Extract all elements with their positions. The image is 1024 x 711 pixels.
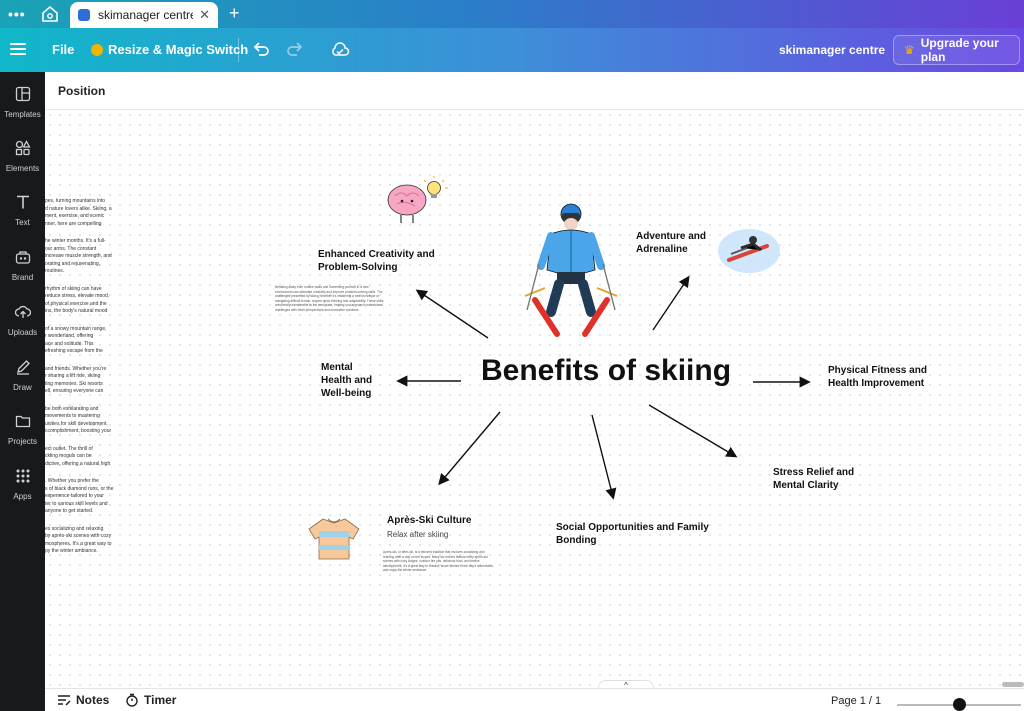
arrow-creativity xyxy=(415,289,489,339)
sidebar-item-apps[interactable]: Apps xyxy=(0,468,45,501)
hamburger-menu-icon[interactable] xyxy=(10,40,26,60)
editor-toolbar: File Resize & Magic Switch skimanager ce… xyxy=(0,28,1024,72)
elements-icon xyxy=(15,140,31,156)
notes-button[interactable]: Notes xyxy=(57,693,109,707)
uploads-icon xyxy=(14,305,31,318)
sidebar-item-label: Text xyxy=(15,218,30,227)
sidebar-item-label: Brand xyxy=(11,273,34,282)
brain-lightbulb-illustration[interactable] xyxy=(385,176,449,226)
bottom-status-bar: Notes Timer Page 1 / 1 xyxy=(45,688,1024,711)
sidebar-item-label: Templates xyxy=(4,110,41,119)
resize-label: Resize & Magic Switch xyxy=(108,42,249,57)
draw-icon xyxy=(16,360,30,375)
node-physical-fitness[interactable]: Physical Fitness and Health Improvement xyxy=(828,364,927,390)
browser-tab[interactable]: skimanager centre ... ✕ xyxy=(70,2,218,28)
new-tab-button[interactable]: + xyxy=(229,3,240,24)
tab-title: skimanager centre ... xyxy=(98,8,193,22)
sidebar-item-label: Draw xyxy=(13,383,32,392)
undo-icon[interactable] xyxy=(251,39,271,59)
sidebar-item-uploads[interactable]: Uploads xyxy=(0,304,45,337)
timer-label: Timer xyxy=(144,693,177,707)
position-button[interactable]: Position xyxy=(58,84,105,98)
arrow-social xyxy=(591,414,617,500)
mindmap-arrows xyxy=(396,275,811,500)
arrow-adventure xyxy=(652,275,690,331)
sidebar-item-templates[interactable]: Templates xyxy=(0,86,45,119)
timer-icon xyxy=(126,693,138,707)
page-indicator[interactable]: Page 1 / 1 xyxy=(831,695,881,707)
tab-close-icon[interactable]: ✕ xyxy=(199,7,210,23)
mindmap-title[interactable]: Benefits of skiing xyxy=(481,354,731,388)
skier-illustration[interactable] xyxy=(521,200,621,340)
crown-icon xyxy=(91,43,103,56)
cloud-saved-icon[interactable] xyxy=(330,40,350,60)
notes-icon xyxy=(58,695,71,706)
document-name[interactable]: skimanager centre xyxy=(779,43,885,57)
sidebar-item-projects[interactable]: Projects xyxy=(0,413,45,446)
notes-label: Notes xyxy=(76,693,110,707)
sidebar-item-label: Elements xyxy=(5,164,40,173)
folder-icon xyxy=(15,415,30,428)
apres-subtitle[interactable]: Relax after skiing xyxy=(387,530,448,539)
side-panel-nav: Templates Elements Text Brand Uploads Dr… xyxy=(0,72,45,711)
node-social-opportunities[interactable]: Social Opportunities and Family Bonding xyxy=(556,521,709,547)
sidebar-item-label: Uploads xyxy=(7,328,38,337)
node-stress-relief[interactable]: Stress Relief and Mental Clarity xyxy=(773,466,854,492)
arrow-apres xyxy=(438,411,501,486)
templates-icon xyxy=(15,86,30,102)
arrow-stress xyxy=(648,404,738,458)
brand-icon xyxy=(15,251,30,264)
snowboarder-illustration[interactable] xyxy=(717,228,781,274)
sidebar-item-brand[interactable]: Brand xyxy=(0,249,45,282)
context-toolbar: Position xyxy=(45,72,1024,110)
upgrade-label: Upgrade your plan xyxy=(920,36,999,64)
design-canvas[interactable]: pes, turning mountains into d nature lov… xyxy=(45,110,1024,688)
sidebar-item-label: Projects xyxy=(8,437,37,446)
sidebar-item-elements[interactable]: Elements xyxy=(0,140,45,173)
apps-icon xyxy=(16,469,29,483)
sidebar-item-label: Apps xyxy=(13,492,32,501)
home-icon[interactable] xyxy=(40,5,60,23)
node-mental-health[interactable]: Mental Health and Well-being xyxy=(321,361,372,400)
sidebar-item-draw[interactable]: Draw xyxy=(0,359,45,392)
resize-magic-switch-button[interactable]: Resize & Magic Switch xyxy=(91,42,248,57)
sidebar-item-text[interactable]: Text xyxy=(0,194,45,227)
redo-icon[interactable] xyxy=(285,39,305,59)
tab-favicon-icon xyxy=(78,9,90,21)
horizontal-scrollbar[interactable] xyxy=(1002,682,1024,687)
node-enhanced-creativity[interactable]: Enhanced Creativity and Problem-Solving xyxy=(318,248,435,274)
sweater-illustration[interactable] xyxy=(307,515,361,563)
crown-icon: ♛ xyxy=(904,43,915,57)
upgrade-plan-button[interactable]: ♛ Upgrade your plan xyxy=(893,35,1020,65)
text-icon xyxy=(16,195,29,209)
file-menu-button[interactable]: File xyxy=(52,42,74,57)
browser-tab-strip: ••• skimanager centre ... ✕ + xyxy=(0,0,1024,28)
zoom-slider-handle[interactable] xyxy=(953,698,966,711)
apres-description-text[interactable]: Après-ski, or after-ski, is a beloved tr… xyxy=(383,550,495,573)
toolbar-divider xyxy=(238,38,239,62)
creativity-description-text[interactable]: Breaking away from routine tasks and imm… xyxy=(275,285,385,312)
node-apres-ski[interactable]: Après-Ski Culture xyxy=(387,514,471,527)
timer-button[interactable]: Timer xyxy=(125,693,176,707)
browser-menu-dots[interactable]: ••• xyxy=(8,6,26,22)
node-adventure-adrenaline[interactable]: Adventure and Adrenaline xyxy=(636,230,706,256)
